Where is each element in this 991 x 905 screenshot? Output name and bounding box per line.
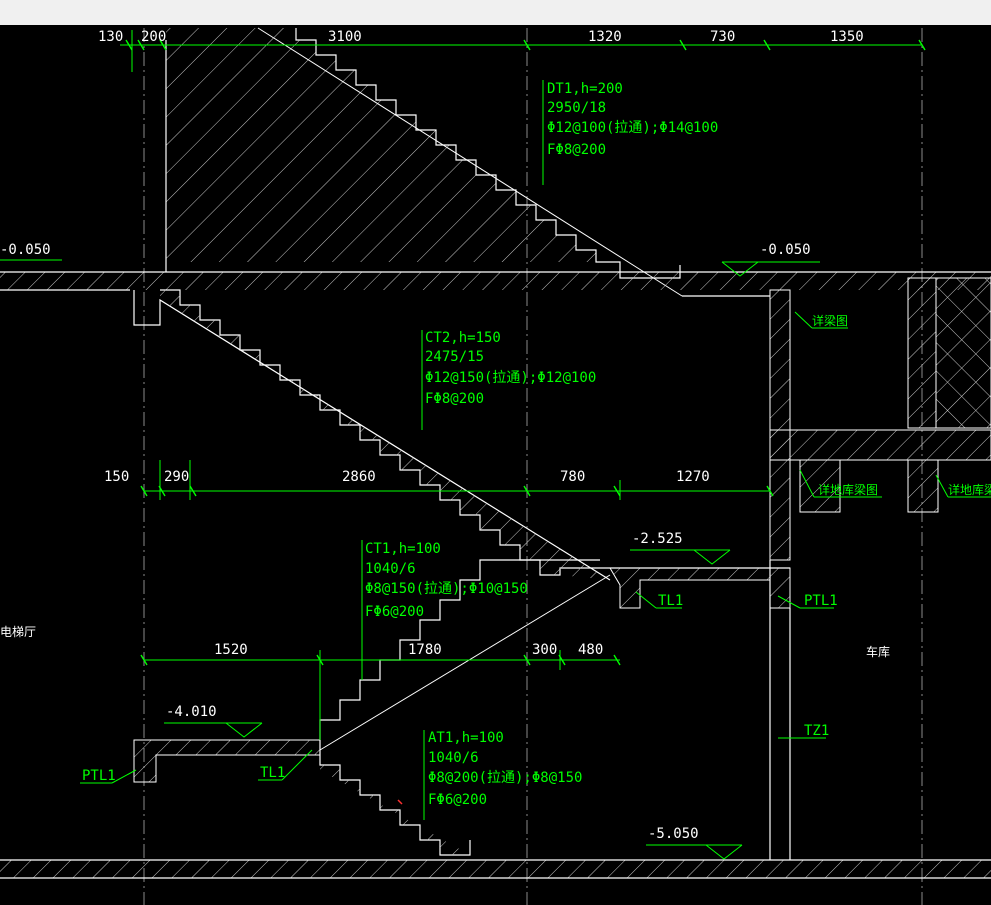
ct2-line-4: FΦ8@200 <box>425 391 484 407</box>
dim-low-1: 1520 <box>214 642 248 658</box>
at1-line-1: AT1,h=100 <box>428 730 504 746</box>
annotation-dt1: DT1,h=200 2950/18 Φ12@100(拉通);Φ14@100 FΦ… <box>547 81 718 158</box>
slab-bottom <box>0 859 991 879</box>
dim-low-4: 480 <box>578 642 603 658</box>
ct1-line-2: 1040/6 <box>365 561 416 577</box>
label-detail-beam: 详梁图 <box>812 313 848 328</box>
at1-line-2: 1040/6 <box>428 750 479 766</box>
error-mark <box>397 799 403 805</box>
annotation-at1: AT1,h=100 1040/6 Φ8@200(拉通);Φ8@150 FΦ6@2… <box>428 730 582 808</box>
dim-top-3: 3100 <box>328 29 362 45</box>
elev-bottom: -5.050 <box>648 826 699 842</box>
stair-at1 <box>133 739 471 856</box>
elev-low-left: -4.010 <box>166 704 217 720</box>
annotation-ct1: CT1,h=100 1040/6 Φ8@150(拉通);Φ10@150 FΦ6@… <box>365 541 528 620</box>
dim-mid-4: 780 <box>560 469 585 485</box>
hatched-soil-top <box>165 27 683 297</box>
dim-mid-5: 1270 <box>676 469 710 485</box>
dt1-line-3: Φ12@100(拉通);Φ14@100 <box>547 120 718 136</box>
elev-top-right: -0.050 <box>760 242 811 258</box>
ct2-line-1: CT2,h=150 <box>425 330 501 346</box>
label-tl1-mid: TL1 <box>658 593 683 609</box>
stair-section-drawing[interactable]: 130 200 3100 1320 730 1350 150 290 2860 … <box>0 0 991 905</box>
right-structure <box>769 277 991 860</box>
ct2-line-3: Φ12@150(拉通);Φ12@100 <box>425 370 596 386</box>
ct1-line-3: Φ8@150(拉通);Φ10@150 <box>365 581 528 597</box>
label-tl1-low: TL1 <box>260 765 285 781</box>
label-detail-foundation-2: 详地库梁图 <box>948 482 991 497</box>
label-ptl1-right: PTL1 <box>804 593 838 609</box>
annotation-ct2: CT2,h=150 2475/15 Φ12@150(拉通);Φ12@100 FΦ… <box>425 330 596 407</box>
elev-mid: -2.525 <box>632 531 683 547</box>
label-ptl1-left: PTL1 <box>82 768 116 784</box>
elev-top-left: -0.050 <box>0 242 51 258</box>
ct1-line-1: CT1,h=100 <box>365 541 441 557</box>
dim-top-5: 730 <box>710 29 735 45</box>
label-tz1: TZ1 <box>804 723 829 739</box>
ct2-line-2: 2475/15 <box>425 349 484 365</box>
dim-mid-2: 290 <box>164 469 189 485</box>
room-label-right: 车库 <box>866 644 890 659</box>
dt1-line-4: FΦ8@200 <box>547 142 606 158</box>
dim-mid-3: 2860 <box>342 469 376 485</box>
at1-line-3: Φ8@200(拉通);Φ8@150 <box>428 770 582 786</box>
ct1-line-4: FΦ6@200 <box>365 604 424 620</box>
label-detail-foundation-1: 详地库梁图 <box>818 482 878 497</box>
dim-top-2: 200 <box>141 29 166 45</box>
dim-top-4: 1320 <box>588 29 622 45</box>
dim-low-2: 1780 <box>408 642 442 658</box>
dt1-line-2: 2950/18 <box>547 100 606 116</box>
dt1-line-1: DT1,h=200 <box>547 81 623 97</box>
elevation-markers <box>0 259 820 860</box>
dim-low-3: 300 <box>532 642 557 658</box>
at1-line-4: FΦ6@200 <box>428 792 487 808</box>
dim-top-1: 130 <box>98 29 123 45</box>
dim-top-6: 1350 <box>830 29 864 45</box>
dim-mid-1: 150 <box>104 469 129 485</box>
slab-upper <box>0 271 991 297</box>
room-label-left: 电梯厅 <box>0 625 36 639</box>
